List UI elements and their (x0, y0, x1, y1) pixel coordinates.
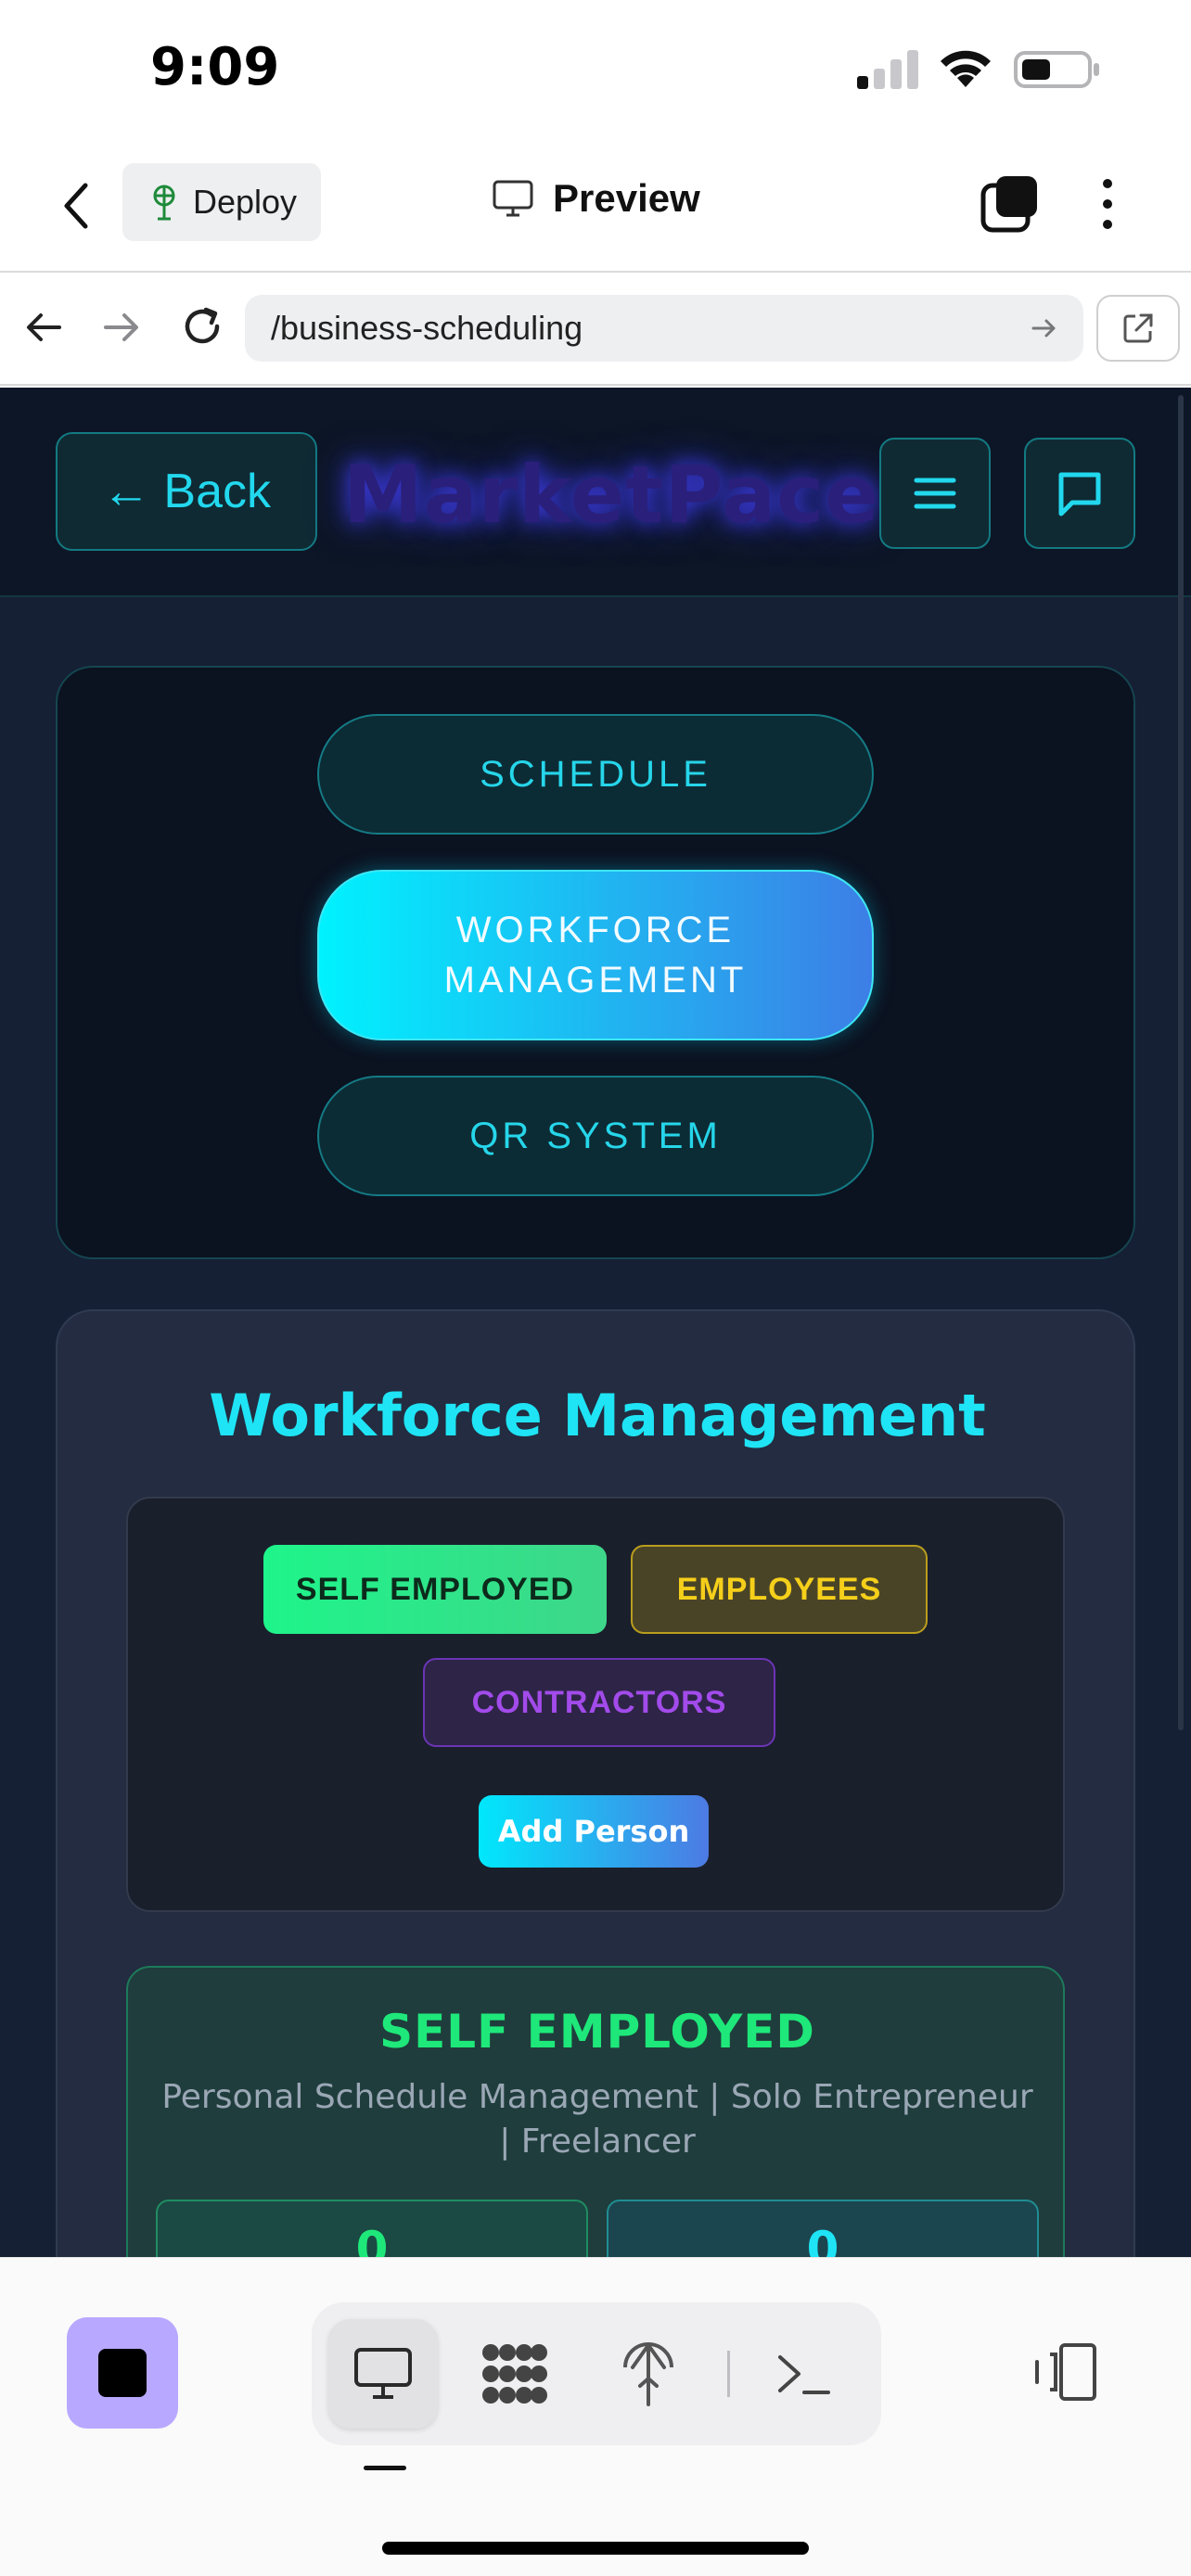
stop-icon (98, 2349, 147, 2397)
deploy-tool-button[interactable] (594, 2319, 703, 2429)
arrow-right-icon[interactable] (100, 306, 143, 349)
tab-schedule[interactable]: SCHEDULE (317, 714, 874, 835)
tab-workforce-management-label: WORKFORCE MANAGEMENT (443, 910, 748, 1001)
stat-card: 0 (156, 2200, 588, 2257)
self-employed-button[interactable]: SELF EMPLOYED (263, 1545, 607, 1634)
mode-tabs-card: SCHEDULE WORKFORCE MANAGEMENT QR SYSTEM (56, 666, 1135, 1259)
bottom-toolbar (0, 2257, 1191, 2576)
active-tool-indicator (364, 2466, 406, 2470)
url-field[interactable]: /business-scheduling (245, 295, 1083, 362)
browser-url-bar: /business-scheduling (0, 274, 1191, 386)
agents-tool-button[interactable] (460, 2319, 570, 2429)
page-scrollbar[interactable] (1178, 395, 1184, 1730)
status-bar: 9:09 (0, 0, 1191, 139)
grid-blob-icon (482, 2344, 547, 2404)
workforce-card: Workforce Management SELF EMPLOYED EMPLO… (56, 1309, 1135, 2257)
monitor-icon (354, 2348, 412, 2399)
workforce-title: Workforce Management (209, 1382, 986, 1449)
tab-qr-system[interactable]: QR SYSTEM (317, 1076, 874, 1196)
self-employed-panel-subtitle: Personal Schedule Management | Solo Entr… (161, 2078, 1033, 2161)
terminal-icon (778, 2355, 830, 2394)
preview-title: Preview (492, 176, 700, 221)
monitor-icon (493, 180, 533, 217)
arrow-left-icon[interactable] (22, 306, 65, 349)
go-arrow-icon[interactable] (1030, 313, 1059, 343)
menu-button[interactable] (879, 438, 991, 549)
reload-icon[interactable] (178, 302, 226, 351)
status-time: 9:09 (150, 37, 280, 97)
stat-card: 0 (607, 2200, 1039, 2257)
preview-label: Preview (553, 176, 700, 220)
chevron-left-icon[interactable] (58, 178, 95, 234)
self-employed-panel: SELF EMPLOYED Personal Schedule Manageme… (126, 1966, 1065, 2257)
hamburger-icon (914, 478, 956, 509)
deploy-icon (153, 185, 175, 221)
site-back-button[interactable]: ← Back (56, 432, 317, 551)
stop-button[interactable] (67, 2317, 178, 2429)
more-vertical-icon[interactable] (1095, 174, 1121, 234)
toolbar-divider (727, 2351, 730, 2397)
stat-value: 0 (806, 2222, 839, 2257)
self-employed-panel-title: SELF EMPLOYED (379, 2005, 815, 2059)
deploy-label: Deploy (193, 183, 298, 221)
deploy-button[interactable]: Deploy (122, 163, 321, 241)
stat-value: 0 (355, 2222, 389, 2257)
wifi-icon (941, 50, 991, 87)
add-person-button[interactable]: Add Person (479, 1795, 709, 1868)
preview-tool-button[interactable] (328, 2319, 438, 2429)
web-content: ← Back MarketPace SCHEDULE WORKFORCE MAN… (0, 388, 1191, 2257)
external-link-icon (1123, 313, 1153, 343)
employees-button[interactable]: EMPLOYEES (631, 1545, 928, 1634)
open-external-button[interactable] (1096, 295, 1180, 362)
contractors-button[interactable]: CONTRACTORS (423, 1658, 775, 1747)
site-navbar: ← Back MarketPace (0, 388, 1191, 597)
chat-icon (1058, 472, 1101, 516)
layout-switch-icon[interactable] (1028, 2336, 1102, 2410)
battery-icon (1014, 51, 1099, 88)
cellular-signal-icon (857, 50, 918, 89)
app-header: Deploy Preview (0, 139, 1191, 273)
url-text: /business-scheduling (271, 309, 583, 347)
tab-workforce-management[interactable]: WORKFORCE MANAGEMENT (317, 870, 874, 1040)
brand-logo[interactable]: MarketPace (343, 449, 879, 542)
tool-switcher (312, 2302, 881, 2445)
shell-tool-button[interactable] (749, 2319, 859, 2429)
deploy-antenna-icon (623, 2342, 673, 2406)
tabs-icon[interactable] (980, 174, 1039, 234)
category-selector: SELF EMPLOYED EMPLOYEES CONTRACTORS Add … (126, 1497, 1065, 1912)
chat-button[interactable] (1024, 438, 1135, 549)
home-indicator[interactable] (382, 2542, 809, 2555)
